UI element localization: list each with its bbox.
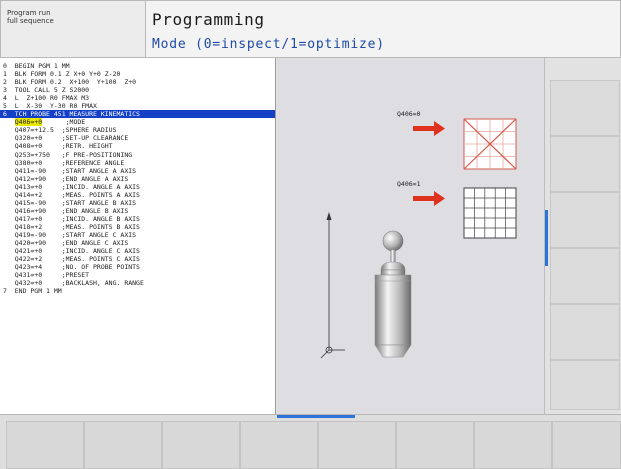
program-line[interactable]: Q422=+2 ;MEAS. POINTS C AXIS bbox=[0, 255, 275, 263]
horizontal-softkey-4[interactable] bbox=[240, 421, 318, 469]
vertical-softkey-bar bbox=[544, 58, 621, 414]
vertical-softkey-5[interactable] bbox=[550, 304, 620, 360]
dialog-title: Programming bbox=[152, 10, 265, 29]
horizontal-softkey-5[interactable] bbox=[318, 421, 396, 469]
help-graphic-canvas: Q406=0 Q406=1 bbox=[320, 110, 517, 359]
program-line[interactable]: Q432=+0 ;BACKLASH, ANG. RANGE bbox=[0, 279, 275, 287]
label-inspect-mode: Q406=0 bbox=[397, 110, 421, 118]
program-line[interactable]: 5 L X-30 Y-30 R0 FMAX bbox=[0, 102, 275, 110]
mode-line-1: Program run bbox=[7, 9, 51, 17]
program-line[interactable]: Q417=+0 ;INCID. ANGLE B AXIS bbox=[0, 215, 275, 223]
softkey-page-indicator bbox=[277, 415, 355, 418]
dialog-prompt: Mode (0=inspect/1=optimize) bbox=[152, 37, 385, 52]
program-line[interactable]: Q431=+0 ;PRESET bbox=[0, 271, 275, 279]
dialog-header: Programming Mode (0=inspect/1=optimize) bbox=[146, 0, 621, 58]
program-line[interactable]: Q407=+12.5 ;SPHERE RADIUS bbox=[0, 126, 275, 134]
program-line[interactable]: Q320=+0 ;SET-UP CLEARANCE bbox=[0, 134, 275, 142]
program-line[interactable]: 4 L Z+100 R0 FMAX M3 bbox=[0, 94, 275, 102]
optimize-grid-icon bbox=[463, 187, 517, 239]
horizontal-softkey-1[interactable] bbox=[6, 421, 84, 469]
program-line[interactable]: Q412=+90 ;END ANGLE A AXIS bbox=[0, 175, 275, 183]
vertical-softkey-4[interactable] bbox=[550, 248, 620, 304]
vertical-softkey-1[interactable] bbox=[550, 80, 620, 136]
program-line[interactable]: Q418=+2 ;MEAS. POINTS B AXIS bbox=[0, 223, 275, 231]
horizontal-softkey-7[interactable] bbox=[474, 421, 552, 469]
program-line[interactable]: Q411=-90 ;START ANGLE A AXIS bbox=[0, 167, 275, 175]
program-line[interactable]: Q380=+0 ;REFERENCE ANGLE bbox=[0, 159, 275, 167]
program-line[interactable]: 2 BLK FORM 0.2 X+100 Y+100 Z+0 bbox=[0, 78, 275, 86]
program-line[interactable]: Q416=+90 ;END ANGLE B AXIS bbox=[0, 207, 275, 215]
label-optimize-mode: Q406=1 bbox=[397, 180, 421, 188]
program-line[interactable]: Q413=+0 ;INCID. ANGLE A AXIS bbox=[0, 183, 275, 191]
program-line[interactable]: Q253=+750 ;F PRE-POSITIONING bbox=[0, 151, 275, 159]
program-line-active-parameter[interactable]: Q406=+0 ;MODE bbox=[0, 118, 275, 127]
horizontal-softkey-6[interactable] bbox=[396, 421, 474, 469]
mode-line-2: full sequence bbox=[7, 17, 54, 25]
program-line-selected[interactable]: 6 TCH PROBE 451 MEASURE KINEMATICS bbox=[0, 110, 275, 119]
program-line[interactable]: 7 END PGM 1 MM bbox=[0, 287, 275, 295]
inspect-grid-icon bbox=[463, 118, 517, 170]
vertical-softkey-6[interactable] bbox=[550, 360, 620, 410]
horizontal-softkey-bar bbox=[0, 414, 621, 469]
coordinate-axes-icon bbox=[320, 212, 345, 359]
horizontal-softkey-2[interactable] bbox=[84, 421, 162, 469]
program-line[interactable]: Q420=+90 ;END ANGLE C AXIS bbox=[0, 239, 275, 247]
active-parameter-highlight[interactable]: Q406=+0 bbox=[14, 118, 43, 127]
red-arrow-icon bbox=[413, 191, 445, 206]
program-line[interactable]: 3 TOOL CALL 5 Z S2000 bbox=[0, 86, 275, 94]
softkey-page-indicator bbox=[545, 210, 548, 266]
program-line[interactable]: Q415=-90 ;START ANGLE B AXIS bbox=[0, 199, 275, 207]
program-line[interactable]: 0 BEGIN PGM 1 MM bbox=[0, 62, 275, 70]
red-arrow-icon bbox=[413, 121, 445, 136]
horizontal-softkey-3[interactable] bbox=[162, 421, 240, 469]
program-line[interactable]: Q408=+0 ;RETR. HEIGHT bbox=[0, 142, 275, 150]
program-listing[interactable]: 0 BEGIN PGM 1 MM 1 BLK FORM 0.1 Z X+0 Y+… bbox=[0, 58, 276, 414]
program-line[interactable]: Q419=-90 ;START ANGLE C AXIS bbox=[0, 231, 275, 239]
touch-probe-icon bbox=[374, 230, 412, 358]
program-line[interactable]: 1 BLK FORM 0.1 Z X+0 Y+0 Z-20 bbox=[0, 70, 275, 78]
program-line[interactable]: Q421=+0 ;INCID. ANGLE C AXIS bbox=[0, 247, 275, 255]
program-line[interactable]: Q423=+4 ;NO. OF PROBE POINTS bbox=[0, 263, 275, 271]
program-line[interactable]: Q414=+2 ;MEAS. POINTS A AXIS bbox=[0, 191, 275, 199]
horizontal-softkey-8[interactable] bbox=[552, 421, 621, 469]
vertical-softkey-3[interactable] bbox=[550, 192, 620, 248]
vertical-softkey-2[interactable] bbox=[550, 136, 620, 192]
operating-mode-indicator: Program run full sequence bbox=[0, 0, 146, 58]
help-graphic: Q406=0 Q406=1 bbox=[277, 58, 544, 414]
